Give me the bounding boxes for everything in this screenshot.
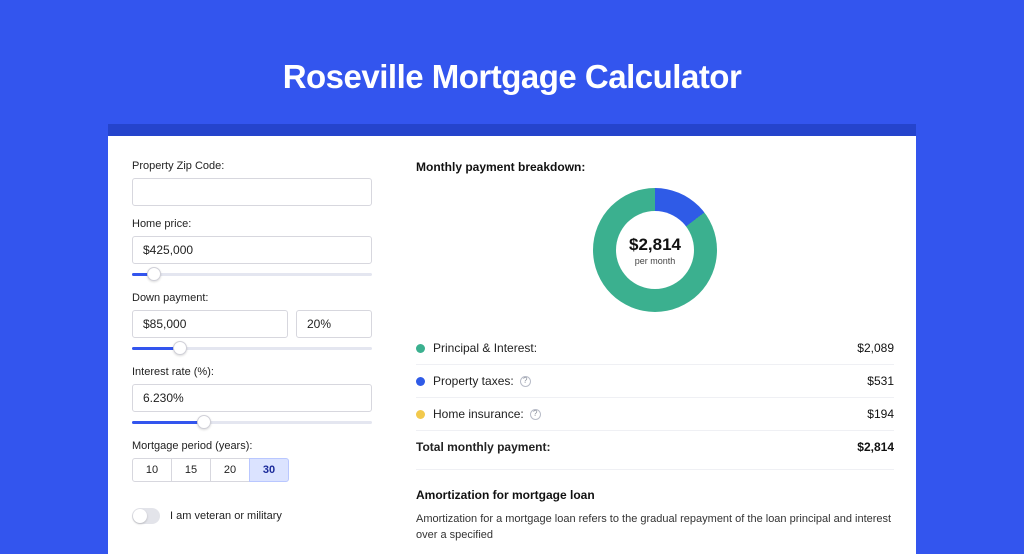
legend-value: $2,089 [857,341,894,355]
period-option-10[interactable]: 10 [132,458,172,482]
legend-label: Home insurance: [433,407,524,421]
legend-total-row: Total monthly payment: $2,814 [416,430,894,463]
legend-row: Property taxes:? $531 [416,364,894,397]
period-option-30[interactable]: 30 [249,458,289,482]
legend-value: $531 [867,374,894,388]
down-slider[interactable] [132,342,372,356]
rate-slider[interactable] [132,416,372,430]
down-label: Down payment: [132,292,398,304]
breakdown-heading: Monthly payment breakdown: [416,160,894,174]
donut-center: $2,814 per month [616,211,694,289]
legend-dot [416,410,425,419]
slider-thumb[interactable] [173,341,187,355]
card-band: Property Zip Code: Home price: Down paym… [108,124,916,554]
page-title: Roseville Mortgage Calculator [0,0,1024,124]
period-options: 10152030 [132,458,372,482]
veteran-row: I am veteran or military [132,508,398,524]
legend-dot [416,377,425,386]
down-field: Down payment: [132,292,398,356]
price-input[interactable] [132,236,372,264]
legend-total-label: Total monthly payment: [416,440,550,454]
down-amount-input[interactable] [132,310,288,338]
donut-amount: $2,814 [629,235,681,255]
period-option-20[interactable]: 20 [210,458,250,482]
slider-fill [132,421,204,424]
form-panel: Property Zip Code: Home price: Down paym… [108,136,398,554]
price-slider[interactable] [132,268,372,282]
price-label: Home price: [132,218,398,230]
slider-thumb[interactable] [197,415,211,429]
legend-label: Principal & Interest: [433,341,537,355]
amortization-heading: Amortization for mortgage loan [416,469,894,502]
period-field: Mortgage period (years): 10152030 [132,440,398,482]
calculator-card: Property Zip Code: Home price: Down paym… [108,136,916,554]
donut-chart: $2,814 per month [593,188,717,312]
breakdown-panel: Monthly payment breakdown: $2,814 per mo… [398,136,916,554]
price-field: Home price: [132,218,398,282]
legend-row: Home insurance:? $194 [416,397,894,430]
zip-field: Property Zip Code: [132,160,398,210]
legend-row: Principal & Interest: $2,089 [416,332,894,364]
legend: Principal & Interest: $2,089 Property taxe… [416,332,894,463]
zip-label: Property Zip Code: [132,160,398,172]
rate-input[interactable] [132,384,372,412]
rate-label: Interest rate (%): [132,366,398,378]
donut-subtext: per month [635,256,676,266]
legend-label: Property taxes: [433,374,514,388]
rate-field: Interest rate (%): [132,366,398,430]
period-option-15[interactable]: 15 [171,458,211,482]
donut-wrap: $2,814 per month [416,182,894,326]
legend-total-value: $2,814 [857,440,894,454]
legend-dot [416,344,425,353]
veteran-toggle[interactable] [132,508,160,524]
legend-value: $194 [867,407,894,421]
slider-track [132,273,372,276]
period-label: Mortgage period (years): [132,440,398,452]
slider-thumb[interactable] [147,267,161,281]
info-icon[interactable]: ? [530,409,541,420]
zip-input[interactable] [132,178,372,206]
info-icon[interactable]: ? [520,376,531,387]
amortization-text: Amortization for a mortgage loan refers … [416,512,894,544]
down-percent-input[interactable] [296,310,372,338]
